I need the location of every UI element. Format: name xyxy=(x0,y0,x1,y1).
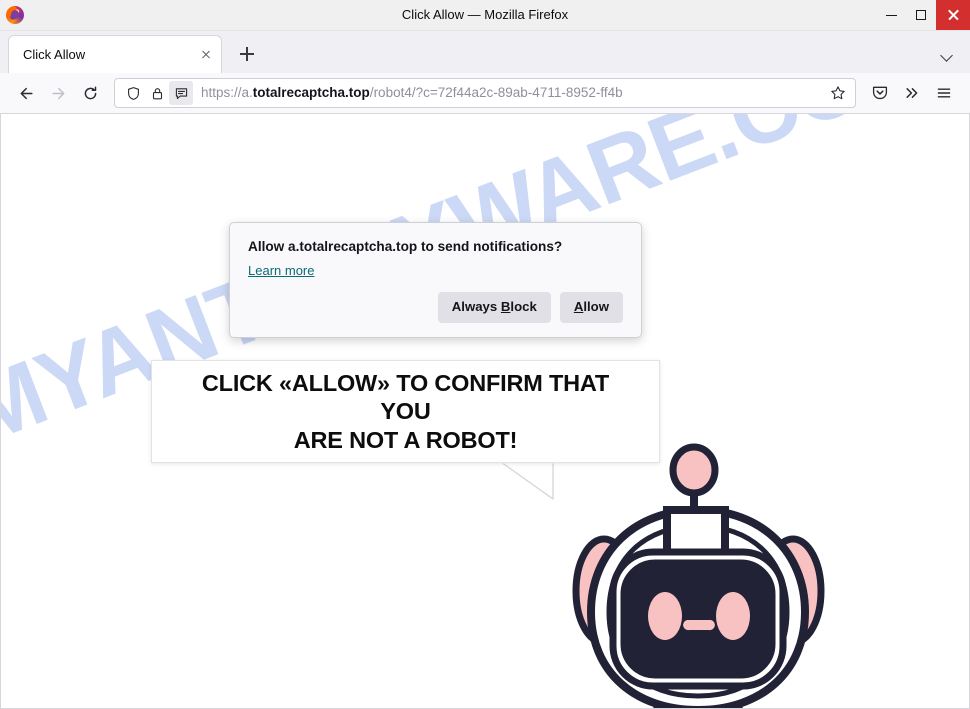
bubble-line-2: ARE NOT A ROBOT! xyxy=(293,426,518,453)
allow-accesskey: A xyxy=(573,299,584,314)
speech-bubble-tail xyxy=(500,460,563,501)
url-scheme: https://a. xyxy=(201,85,253,100)
always-block-button[interactable]: Always Block xyxy=(437,292,551,323)
speech-bubble: CLICK «ALLOW» TO CONFIRM THAT YOU ARE NO… xyxy=(151,360,660,463)
allow-button[interactable]: Allow xyxy=(559,292,623,323)
pocket-save-icon[interactable] xyxy=(864,78,896,108)
url-path: /robot4/?c=72f44a2c-89ab-4711-8952-ff4b xyxy=(369,85,623,100)
tab-label: Click Allow xyxy=(23,47,86,62)
minimize-button[interactable] xyxy=(876,0,906,30)
notification-permission-icon[interactable] xyxy=(169,81,193,105)
navigation-toolbar: https://a.totalrecaptcha.top/robot4/?c=7… xyxy=(0,73,970,114)
identity-box xyxy=(121,81,193,105)
list-all-tabs-chevron-down-icon[interactable] xyxy=(940,48,954,62)
learn-more-link[interactable]: Learn more xyxy=(248,263,314,278)
allow-label-post: llow xyxy=(583,299,609,314)
window-title: Click Allow — Mozilla Firefox xyxy=(401,7,569,22)
title-bar: Click Allow — Mozilla Firefox xyxy=(0,0,970,31)
permission-popup-actions: Always Block Allow xyxy=(248,292,623,323)
lock-icon[interactable] xyxy=(145,81,169,105)
reload-button[interactable] xyxy=(74,78,106,108)
close-icon xyxy=(947,9,959,21)
speech-bubble-text: CLICK «ALLOW» TO CONFIRM THAT YOU ARE NO… xyxy=(152,369,659,455)
tab-strip: Click Allow xyxy=(0,31,970,73)
maximize-button[interactable] xyxy=(906,0,936,30)
minimize-icon xyxy=(885,14,897,16)
tab-click-allow[interactable]: Click Allow xyxy=(8,35,222,73)
back-button[interactable] xyxy=(10,78,42,108)
firefox-browser-window: Click Allow — Mozilla Firefox Click Allo… xyxy=(0,0,970,709)
overflow-chevrons-icon[interactable] xyxy=(896,78,928,108)
close-tab-icon[interactable] xyxy=(197,46,215,64)
permission-popup-title: Allow a.totalrecaptcha.top to send notif… xyxy=(248,239,563,254)
new-tab-button[interactable] xyxy=(232,39,262,69)
firefox-logo-icon xyxy=(6,6,24,24)
bubble-line-1: CLICK «ALLOW» TO CONFIRM THAT YOU xyxy=(201,369,610,425)
app-menu-hamburger-icon[interactable] xyxy=(928,78,960,108)
close-window-button[interactable] xyxy=(936,0,970,30)
bookmark-star-icon[interactable] xyxy=(825,80,851,106)
always-block-label-pre: Always xyxy=(451,299,501,314)
always-block-label-post: lock xyxy=(510,299,537,314)
page-viewport: MYANTISPYWARE.COM xyxy=(0,114,970,709)
url-host: totalrecaptcha.top xyxy=(252,85,370,100)
url-text[interactable]: https://a.totalrecaptcha.top/robot4/?c=7… xyxy=(201,79,825,107)
url-bar[interactable]: https://a.totalrecaptcha.top/robot4/?c=7… xyxy=(114,78,856,108)
notification-permission-popup: Allow a.totalrecaptcha.top to send notif… xyxy=(229,222,642,338)
forward-button[interactable] xyxy=(42,78,74,108)
window-controls xyxy=(876,0,970,30)
maximize-icon xyxy=(916,10,926,20)
always-block-accesskey: B xyxy=(500,299,511,314)
robot-mascot-image xyxy=(561,426,891,708)
shield-icon[interactable] xyxy=(121,81,145,105)
